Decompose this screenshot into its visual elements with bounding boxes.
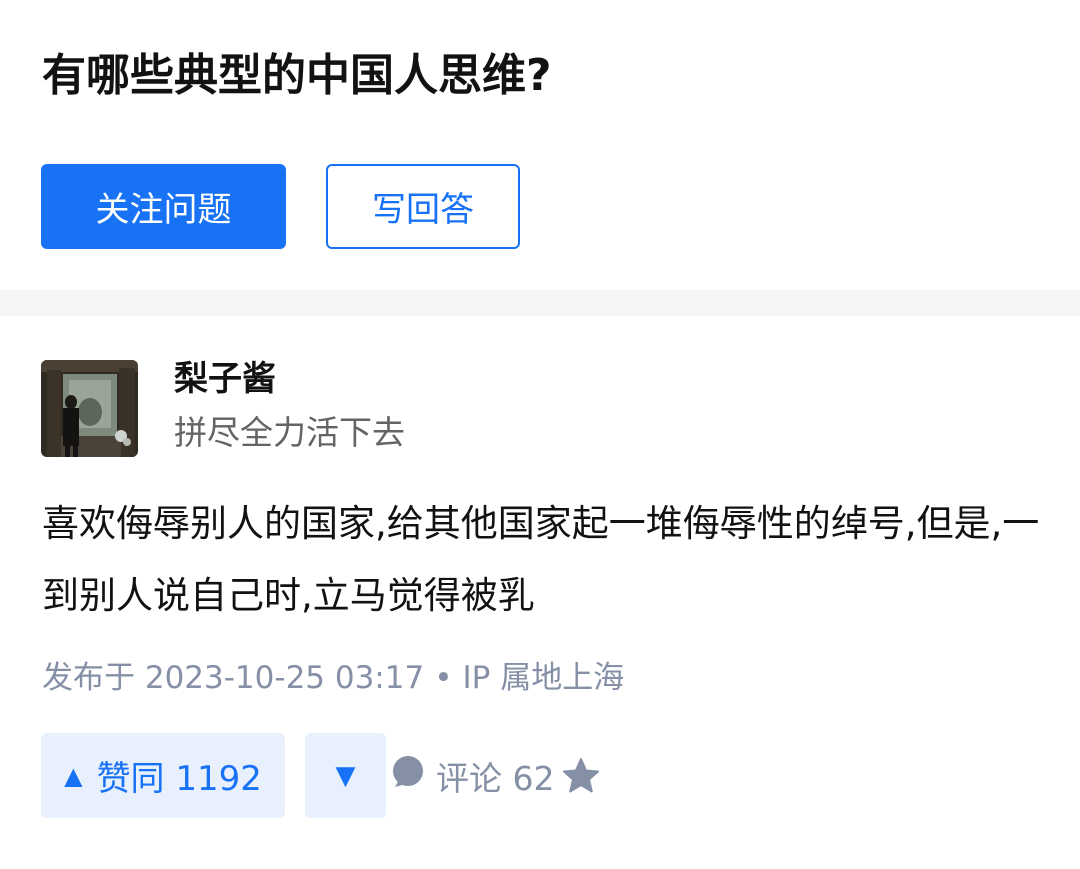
follow-question-button[interactable]: 关注问题 <box>41 164 286 249</box>
answer-meta: 发布于 2023-10-25 03:17 • IP 属地上海 <box>42 656 624 700</box>
star-icon[interactable] <box>562 757 600 799</box>
upvote-icon: ▲ <box>64 761 83 790</box>
avatar[interactable] <box>41 360 138 457</box>
ip-location: IP 属地上海 <box>462 660 625 696</box>
publish-time: 发布于 2023-10-25 03:17 <box>42 660 425 696</box>
comment-button[interactable]: 评论 62 <box>390 754 554 798</box>
author-bio: 拼尽全力活下去 <box>174 413 405 452</box>
answer-content[interactable]: 喜欢侮辱别人的国家,给其他国家起一堆侮辱性的绰号,但是,一到别人说自己时,立马觉… <box>42 488 1042 632</box>
downvote-button[interactable]: ▼ <box>305 733 386 818</box>
downvote-icon: ▼ <box>335 760 356 791</box>
write-answer-button[interactable]: 写回答 <box>326 164 520 249</box>
avatar-image <box>41 360 138 457</box>
section-divider <box>0 290 1080 316</box>
question-title[interactable]: 有哪些典型的中国人思维? <box>42 46 552 106</box>
upvote-button[interactable]: ▲ 赞同 1192 <box>41 733 285 818</box>
comment-bubble-icon <box>390 754 426 798</box>
upvote-label: 赞同 1192 <box>96 759 262 799</box>
meta-separator: • <box>434 660 453 696</box>
comment-label: 评论 62 <box>436 759 555 798</box>
author-name[interactable]: 梨子酱 <box>174 356 276 402</box>
question-header: 有哪些典型的中国人思维? 关注问题 写回答 <box>0 0 1080 290</box>
answer-card: 梨子酱 拼尽全力活下去 喜欢侮辱别人的国家,给其他国家起一堆侮辱性的绰号,但是,… <box>0 316 1080 869</box>
